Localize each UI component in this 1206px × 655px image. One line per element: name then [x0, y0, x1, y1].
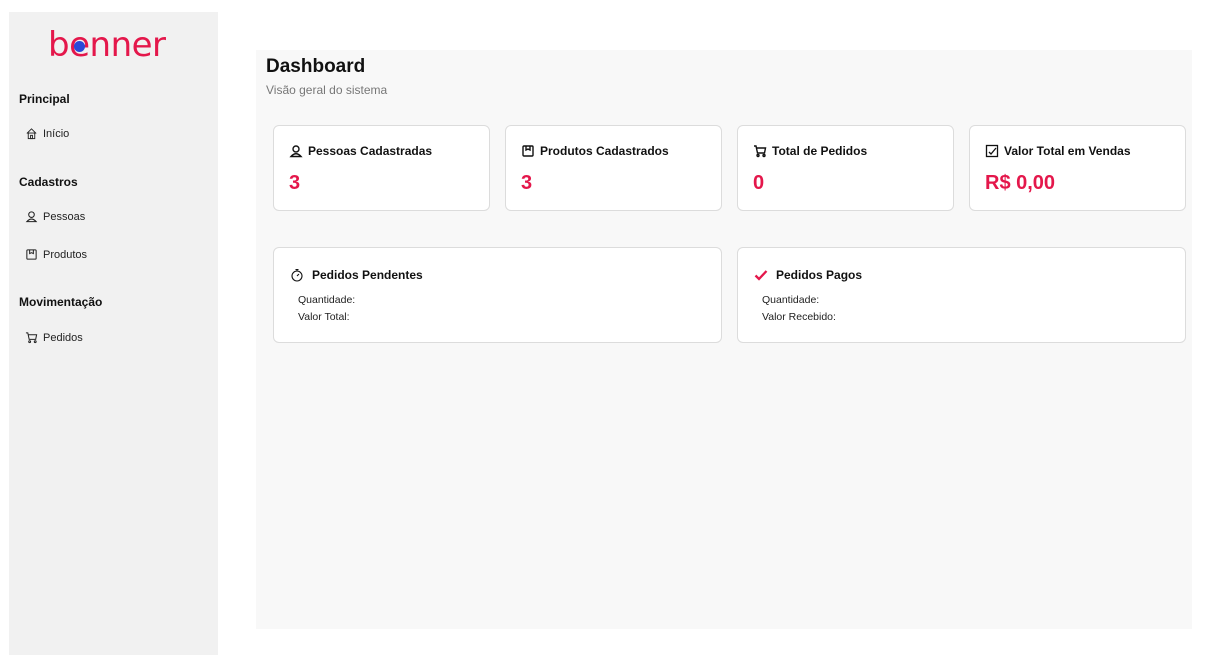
summary-quantity: Quantidade: [298, 294, 356, 306]
stat-value: 0 [753, 172, 765, 194]
stat-card-pessoas: Pessoas Cadastradas 3 [273, 125, 490, 211]
stat-card-pedidos: Total de Pedidos 0 [737, 125, 954, 211]
sidebar: benner Principal Início Cadastros Pessoa… [9, 12, 218, 655]
summary-card-pagos: Pedidos Pagos Quantidade: Valor Recebido… [737, 247, 1186, 343]
section-title-cadastros: Cadastros [19, 175, 78, 189]
logo-text-dot: e [69, 25, 90, 65]
app-window: benner Principal Início Cadastros Pessoa… [9, 12, 1197, 655]
summary-card-pendentes: Pedidos Pendentes Quantidade: Valor Tota… [273, 247, 722, 343]
section-title-movimentacao: Movimentação [19, 295, 103, 309]
person-icon [25, 211, 38, 223]
stat-label: Total de Pedidos [753, 144, 867, 158]
stat-label: Valor Total em Vendas [985, 144, 1131, 158]
person-icon [289, 145, 303, 158]
summary-title: Pedidos Pendentes [290, 268, 423, 282]
box-icon [26, 249, 37, 260]
sidebar-item-label: Pedidos [43, 331, 83, 344]
page-subtitle: Visão geral do sistema [266, 83, 388, 97]
stat-card-vendas: Valor Total em Vendas R$ 0,00 [969, 125, 1186, 211]
sidebar-item-label: Início [43, 127, 70, 140]
stat-label-text: Produtos Cadastrados [540, 144, 669, 158]
stat-value: 3 [521, 172, 533, 194]
summary-title-text: Pedidos Pendentes [312, 268, 423, 282]
stat-label: Pessoas Cadastradas [289, 144, 432, 158]
cart-icon [25, 332, 38, 344]
benner-logo[interactable]: benner [48, 28, 166, 62]
logo-text-post: nner [89, 25, 167, 65]
stat-value: R$ 0,00 [985, 172, 1056, 194]
page-title: Dashboard [266, 56, 366, 77]
box-icon [522, 145, 534, 157]
check-icon [754, 270, 768, 281]
summary-value: Valor Total: [298, 311, 350, 323]
stat-card-produtos: Produtos Cadastrados 3 [505, 125, 722, 211]
sidebar-item-pessoas[interactable]: Pessoas [25, 210, 85, 223]
sidebar-item-label: Produtos [43, 248, 88, 261]
stat-label: Produtos Cadastrados [521, 144, 669, 158]
sidebar-item-label: Pessoas [43, 210, 86, 223]
cart-icon [754, 145, 767, 158]
dashboard-panel: Dashboard Visão geral do sistema Pessoas… [256, 50, 1192, 629]
section-title-principal: Principal [19, 92, 70, 106]
stat-label-text: Valor Total em Vendas [1004, 144, 1131, 158]
logo-text-pre: b [48, 25, 70, 65]
stat-label-text: Pessoas Cadastradas [308, 144, 433, 158]
sidebar-item-pedidos[interactable]: Pedidos [25, 331, 83, 344]
summary-quantity: Quantidade: [762, 294, 820, 306]
stopwatch-icon [291, 268, 303, 282]
sidebar-item-produtos[interactable]: Produtos [25, 248, 87, 261]
sidebar-item-inicio[interactable]: Início [25, 127, 69, 140]
summary-title: Pedidos Pagos [754, 268, 862, 282]
main-content: Dashboard Visão geral do sistema Pessoas… [218, 12, 1197, 655]
stat-value: 3 [289, 172, 301, 194]
stat-label-text: Total de Pedidos [772, 144, 868, 158]
checkbox-icon [985, 144, 999, 158]
summary-title-text: Pedidos Pagos [776, 268, 863, 282]
summary-value: Valor Recebido: [762, 311, 836, 323]
home-icon [26, 128, 37, 140]
